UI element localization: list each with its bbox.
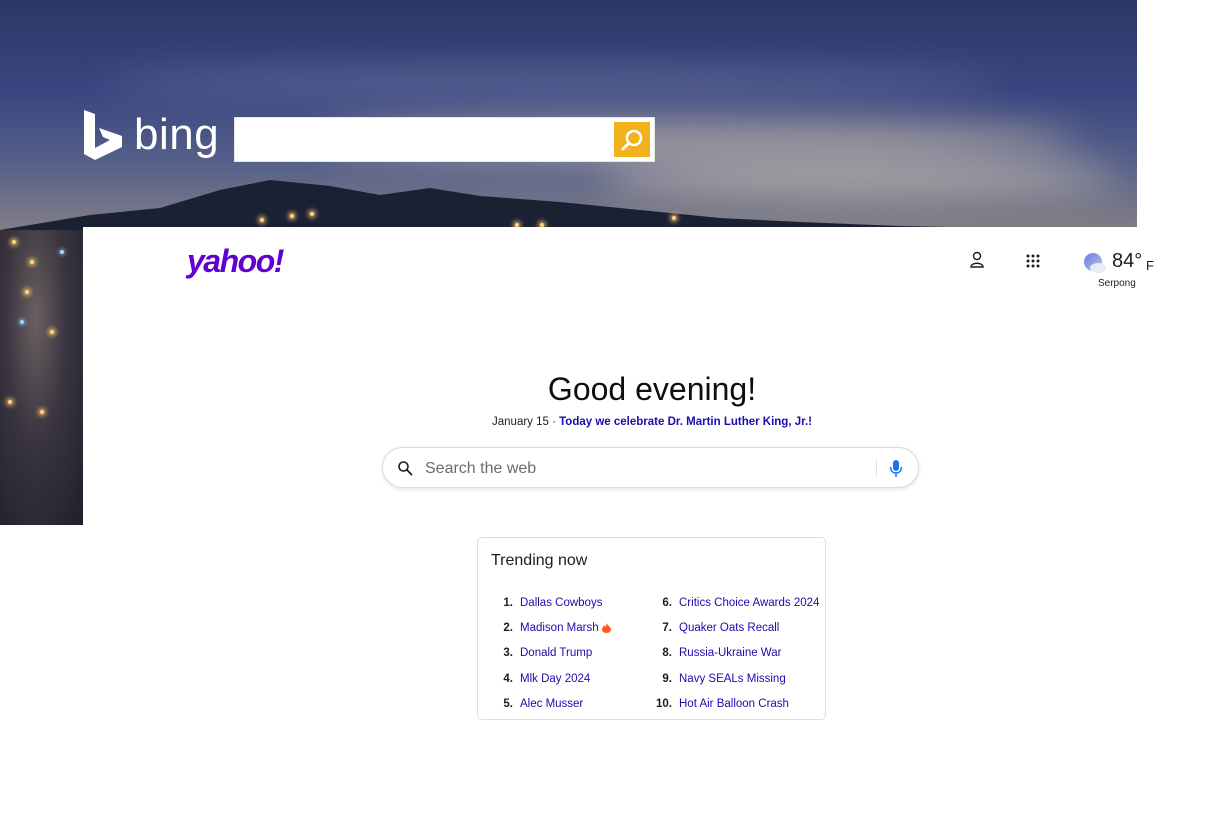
moon-cloud-icon: [1084, 253, 1106, 273]
trending-term[interactable]: Navy SEALs Missing: [679, 673, 786, 685]
search-icon: [621, 129, 643, 150]
trending-term[interactable]: Dallas Cowboys: [520, 597, 602, 609]
user-icon[interactable]: [969, 251, 985, 269]
greeting-heading: Good evening!: [547, 371, 757, 407]
trending-item[interactable]: 1. Dallas Cowboys: [491, 590, 611, 615]
bing-search-box[interactable]: [234, 117, 655, 162]
date-text: January 15 ·: [492, 416, 560, 428]
trending-column-2: 6. Critics Choice Awards 2024 7. Quaker Oa…: [650, 590, 819, 716]
trending-item[interactable]: 2. Madison Marsh: [491, 615, 611, 640]
bing-b-icon: [84, 110, 122, 160]
search-divider: [876, 460, 877, 477]
trending-term[interactable]: Hot Air Balloon Crash: [679, 698, 789, 710]
trending-term[interactable]: Alec Musser: [520, 698, 583, 710]
weather-location: Serpong: [1098, 278, 1136, 289]
city-light: [25, 290, 29, 294]
yahoo-homepage: yahoo! 84° F Serpong Good evening! Janua…: [83, 227, 1221, 823]
trending-item[interactable]: 5. Alec Musser: [491, 691, 611, 716]
trending-item[interactable]: 3. Donald Trump: [491, 641, 611, 666]
city-light: [310, 212, 314, 216]
city-light: [50, 330, 54, 334]
trending-rank: 7.: [662, 621, 672, 634]
city-light: [8, 400, 12, 404]
hillside: [0, 230, 90, 525]
search-icon[interactable]: [397, 460, 413, 476]
city-light: [40, 410, 44, 414]
city-light: [260, 218, 264, 222]
trending-item[interactable]: 7. Quaker Oats Recall: [650, 615, 819, 640]
apps-grid-icon[interactable]: [1025, 253, 1041, 269]
trending-item[interactable]: 9. Navy SEALs Missing: [650, 666, 819, 691]
city-light: [672, 216, 676, 220]
trending-term[interactable]: Donald Trump: [520, 647, 592, 659]
weather-widget[interactable]: 84° F Serpong: [1081, 247, 1161, 299]
holiday-link[interactable]: Today we celebrate Dr. Martin Luther Kin…: [559, 416, 812, 428]
weather-temperature: 84°: [1112, 250, 1143, 272]
trending-rank: 9.: [662, 672, 672, 685]
cloud: [100, 70, 1000, 96]
trending-term[interactable]: Russia-Ukraine War: [679, 647, 781, 659]
trending-title: Trending now: [491, 552, 588, 569]
trending-item[interactable]: 6. Critics Choice Awards 2024: [650, 590, 819, 615]
yahoo-logo[interactable]: yahoo!: [187, 243, 284, 280]
trending-rank: 8.: [662, 647, 672, 660]
trending-column-1: 1. Dallas Cowboys 2. Madison Marsh 3. Donal…: [491, 590, 611, 716]
city-light: [30, 260, 34, 264]
city-light: [20, 320, 24, 324]
city-light: [290, 214, 294, 218]
trending-rank: 4.: [503, 672, 513, 685]
trending-item[interactable]: 4. Mlk Day 2024: [491, 666, 611, 691]
yahoo-search-box[interactable]: [382, 447, 919, 488]
weather-unit: F: [1146, 258, 1154, 273]
microphone-icon[interactable]: [889, 459, 903, 478]
bing-wordmark: bing: [134, 110, 220, 159]
trending-rank: 2.: [503, 621, 513, 634]
bing-search-input[interactable]: [241, 124, 615, 156]
flame-icon: [601, 622, 611, 633]
trending-rank: 10.: [656, 697, 672, 710]
bing-search-button[interactable]: [614, 122, 650, 157]
trending-panel: Trending now 1. Dallas Cowboys 2. Madison …: [477, 537, 826, 720]
date-line: January 15 · Today we celebrate Dr. Mart…: [83, 416, 1221, 428]
city-light: [12, 240, 16, 244]
trending-term[interactable]: Quaker Oats Recall: [679, 622, 779, 634]
trending-term[interactable]: Critics Choice Awards 2024: [679, 597, 819, 609]
trending-item[interactable]: 10. Hot Air Balloon Crash: [650, 691, 819, 716]
trending-rank: 1.: [503, 596, 513, 609]
trending-rank: 6.: [662, 596, 672, 609]
trending-rank: 3.: [503, 647, 513, 660]
trending-term[interactable]: Madison Marsh: [520, 622, 599, 634]
trending-term[interactable]: Mlk Day 2024: [520, 673, 590, 685]
yahoo-search-input[interactable]: [423, 457, 847, 481]
bing-logo[interactable]: bing: [84, 110, 219, 160]
trending-item[interactable]: 8. Russia-Ukraine War: [650, 641, 819, 666]
trending-rank: 5.: [503, 697, 513, 710]
city-light: [60, 250, 64, 254]
